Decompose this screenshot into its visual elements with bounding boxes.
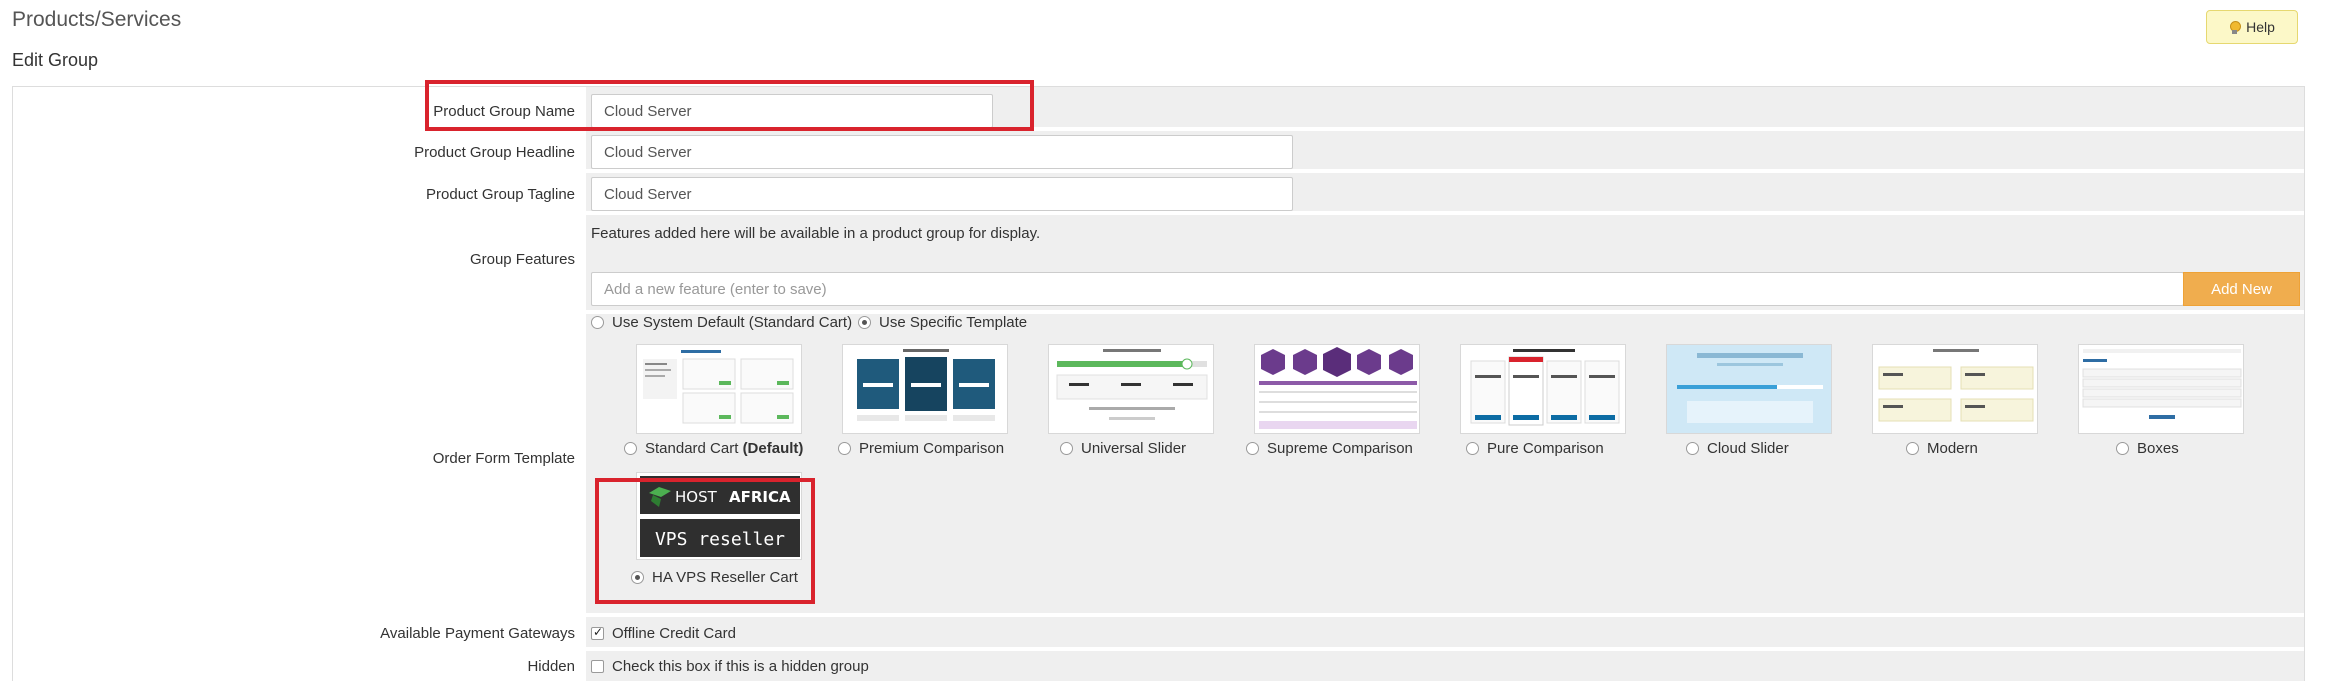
use-default-option[interactable]: Use System Default (Standard Cart) bbox=[591, 314, 852, 331]
template-option-ha-vps-reseller[interactable]: HA VPS Reseller Cart bbox=[631, 569, 798, 586]
offline-credit-card-option[interactable]: Offline Credit Card bbox=[591, 625, 736, 642]
use-specific-option[interactable]: Use Specific Template bbox=[858, 314, 1027, 331]
page-title: Products/Services bbox=[12, 8, 182, 31]
features-help-text: Features added here will be available in… bbox=[591, 225, 1041, 242]
page-subtitle: Edit Group bbox=[12, 50, 99, 70]
template-thumb-universal-slider[interactable] bbox=[1048, 344, 1214, 434]
tagline-input[interactable] bbox=[591, 177, 1293, 211]
ha-vps-reseller-label: HA VPS Reseller Cart bbox=[652, 569, 798, 586]
row-payment-gateways: Available Payment Gateways Offline Credi… bbox=[13, 617, 2304, 649]
features-label: Group Features bbox=[13, 215, 583, 310]
hidden-group-option[interactable]: Check this box if this is a hidden group bbox=[591, 658, 869, 675]
use-default-label: Use System Default (Standard Cart) bbox=[612, 314, 853, 331]
template-thumb-boxes[interactable] bbox=[2078, 344, 2244, 434]
premium-comparison-radio[interactable] bbox=[838, 442, 851, 455]
group-name-input[interactable] bbox=[591, 94, 993, 128]
payment-gateways-label: Available Payment Gateways bbox=[13, 617, 583, 647]
premium-comparison-label: Premium Comparison bbox=[859, 440, 1005, 457]
modern-label: Modern bbox=[1927, 440, 1978, 457]
offline-credit-card-label: Offline Credit Card bbox=[612, 625, 736, 642]
template-option-premium-comparison[interactable]: Premium Comparison bbox=[838, 440, 1004, 457]
template-option-modern[interactable]: Modern bbox=[1906, 440, 1978, 457]
row-tagline: Product Group Tagline bbox=[13, 173, 2304, 213]
tagline-label: Product Group Tagline bbox=[13, 173, 583, 211]
modern-radio[interactable] bbox=[1906, 442, 1919, 455]
template-option-cloud-slider[interactable]: Cloud Slider bbox=[1686, 440, 1789, 457]
help-button[interactable]: Help bbox=[2206, 10, 2298, 44]
supreme-comparison-label: Supreme Comparison bbox=[1267, 440, 1413, 457]
add-feature-button[interactable]: Add New bbox=[2183, 272, 2300, 306]
row-headline: Product Group Headline bbox=[13, 131, 2304, 171]
row-hidden: Hidden Check this box if this is a hidde… bbox=[13, 651, 2304, 681]
boxes-label: Boxes bbox=[2137, 440, 2179, 457]
boxes-radio[interactable] bbox=[2116, 442, 2129, 455]
lightbulb-icon bbox=[2229, 20, 2242, 34]
supreme-comparison-radio[interactable] bbox=[1246, 442, 1259, 455]
template-thumb-cloud-slider[interactable] bbox=[1666, 344, 1832, 434]
use-specific-label: Use Specific Template bbox=[879, 314, 1028, 331]
feature-input[interactable] bbox=[591, 272, 2184, 306]
template-option-supreme-comparison[interactable]: Supreme Comparison bbox=[1246, 440, 1413, 457]
headline-label: Product Group Headline bbox=[13, 131, 583, 169]
help-label: Help bbox=[2246, 19, 2275, 35]
standard-cart-label: Standard Cart (Default) bbox=[645, 440, 804, 457]
offline-credit-card-checkbox[interactable] bbox=[591, 625, 604, 640]
template-thumb-premium-comparison[interactable] bbox=[842, 344, 1008, 434]
logo-host-text: HOST bbox=[675, 488, 718, 506]
group-name-label: Product Group Name bbox=[13, 87, 583, 127]
template-option-pure-comparison[interactable]: Pure Comparison bbox=[1466, 440, 1604, 457]
template-option-standard-cart[interactable]: Standard Cart (Default) bbox=[624, 440, 803, 457]
order-template-label: Order Form Template bbox=[13, 314, 583, 613]
template-thumb-standard-cart[interactable] bbox=[636, 344, 802, 434]
ha-vps-reseller-radio[interactable] bbox=[631, 571, 644, 584]
template-option-boxes[interactable]: Boxes bbox=[2116, 440, 2179, 457]
logo-vps-reseller-text: VPS reseller bbox=[655, 529, 785, 550]
edit-group-form: Product Group Name Product Group Headlin… bbox=[12, 86, 2305, 681]
standard-cart-radio[interactable] bbox=[624, 442, 637, 455]
cloud-slider-radio[interactable] bbox=[1686, 442, 1699, 455]
row-order-template: Order Form Template Use System Default (… bbox=[13, 314, 2304, 615]
cloud-slider-label: Cloud Slider bbox=[1707, 440, 1789, 457]
universal-slider-label: Universal Slider bbox=[1081, 440, 1187, 457]
hidden-label: Hidden bbox=[13, 651, 583, 681]
use-default-radio[interactable] bbox=[591, 316, 604, 329]
template-thumb-pure-comparison[interactable] bbox=[1460, 344, 1626, 434]
pure-comparison-label: Pure Comparison bbox=[1487, 440, 1604, 457]
hidden-group-label: Check this box if this is a hidden group bbox=[612, 658, 869, 675]
logo-africa-text: AFRICA bbox=[729, 488, 791, 506]
use-specific-radio[interactable] bbox=[858, 316, 871, 329]
pure-comparison-radio[interactable] bbox=[1466, 442, 1479, 455]
template-thumb-supreme-comparison[interactable] bbox=[1254, 344, 1420, 434]
template-thumb-ha-vps-reseller[interactable]: HOST AFRICA VPS reseller bbox=[636, 472, 802, 560]
universal-slider-radio[interactable] bbox=[1060, 442, 1073, 455]
template-option-universal-slider[interactable]: Universal Slider bbox=[1060, 440, 1186, 457]
headline-input[interactable] bbox=[591, 135, 1293, 169]
template-thumb-modern[interactable] bbox=[1872, 344, 2038, 434]
row-group-name: Product Group Name bbox=[13, 87, 2304, 129]
row-features: Group Features Features added here will … bbox=[13, 215, 2304, 312]
hidden-group-checkbox[interactable] bbox=[591, 660, 604, 673]
